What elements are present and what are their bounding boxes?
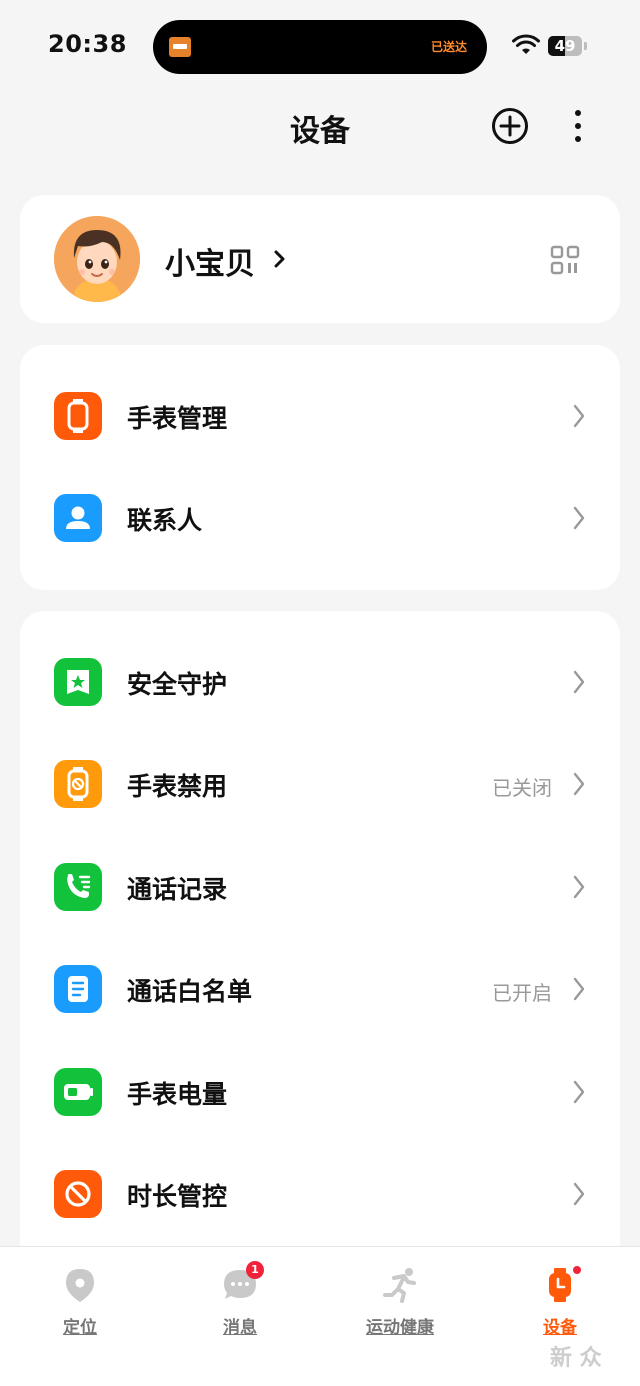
nav-label: 定位 (63, 1318, 97, 1338)
nav-label: 消息 (223, 1318, 257, 1338)
chevron-right-icon[interactable] (272, 249, 288, 269)
device-settings-card: 手表管理 联系人 (20, 345, 620, 590)
chevron-right-icon (573, 506, 585, 530)
battery-icon: 49 (548, 36, 582, 56)
battery-percent: 49 (554, 37, 576, 55)
shield-icon (54, 658, 102, 706)
chevron-right-icon (573, 772, 585, 796)
row-label: 安全守护 (127, 670, 228, 699)
status-time: 20:38 (48, 30, 127, 58)
qr-code-icon[interactable] (550, 245, 580, 275)
chevron-right-icon (573, 875, 585, 899)
avatar[interactable] (54, 216, 140, 302)
phone-icon (54, 863, 102, 911)
watch-ban-icon (54, 760, 102, 808)
chevron-right-icon (573, 977, 585, 1001)
status-bar: 20:38 已送达 49 (0, 0, 640, 92)
row-label: 通话白名单 (127, 977, 253, 1006)
cartoon-boy-icon (54, 216, 140, 302)
chevron-right-icon (573, 670, 585, 694)
row-label: 手表禁用 (127, 772, 228, 801)
row-call-log[interactable]: 通话记录 (20, 836, 620, 938)
more-icon[interactable] (562, 106, 594, 146)
battery-tip (584, 42, 587, 50)
row-call-whitelist[interactable]: 通话白名单 已开启 (20, 938, 620, 1040)
profile-card[interactable]: 小宝贝 (20, 195, 620, 323)
dynamic-island[interactable]: 已送达 (153, 20, 487, 74)
delivery-status: 已送达 (430, 40, 467, 54)
row-watch-battery[interactable]: 手表电量 (20, 1041, 620, 1143)
message-count-badge: 1 (246, 1261, 264, 1279)
notification-dot (571, 1264, 583, 1276)
nav-messages[interactable]: 消息 (160, 1247, 320, 1386)
ban-icon (54, 1170, 102, 1218)
wifi-icon (512, 34, 540, 54)
nav-label: 运动健康 (366, 1318, 434, 1338)
person-icon (54, 494, 102, 542)
row-status: 已开启 (492, 981, 552, 1005)
row-status: 已关闭 (492, 776, 552, 800)
row-watch-disable[interactable]: 手表禁用 已关闭 (20, 733, 620, 835)
bottom-nav: 定位 消息 1 运动健康 设备 (0, 1246, 640, 1386)
document-icon (54, 965, 102, 1013)
watch-features-card: 安全守护 手表禁用 已关闭 通话记录 通话白名单 已开启 手表电量 时长管控 (20, 611, 620, 1271)
battery-icon (54, 1068, 102, 1116)
row-contacts[interactable]: 联系人 (20, 467, 620, 569)
page-title: 设备 (290, 114, 350, 149)
location-icon (66, 1269, 94, 1302)
add-icon[interactable] (490, 106, 530, 146)
chevron-right-icon (573, 1182, 585, 1206)
row-label: 通话记录 (127, 875, 228, 904)
row-label: 时长管控 (127, 1182, 228, 1211)
row-duration-control[interactable]: 时长管控 (20, 1143, 620, 1245)
nav-sports-health[interactable]: 运动健康 (320, 1247, 480, 1386)
row-label: 手表电量 (127, 1080, 228, 1109)
chevron-right-icon (573, 404, 585, 428)
running-icon (383, 1268, 416, 1303)
row-label: 手表管理 (127, 404, 228, 433)
watch-icon (54, 392, 102, 440)
row-watch-management[interactable]: 手表管理 (20, 365, 620, 467)
nav-label: 设备 (543, 1318, 577, 1338)
profile-name[interactable]: 小宝贝 (165, 239, 255, 283)
row-label: 联系人 (127, 506, 203, 535)
chevron-right-icon (573, 1080, 585, 1104)
package-icon (169, 37, 191, 57)
nav-location[interactable]: 定位 (0, 1247, 160, 1386)
row-safety-guard[interactable]: 安全守护 (20, 631, 620, 733)
watermark: 新 众 (550, 1346, 602, 1371)
